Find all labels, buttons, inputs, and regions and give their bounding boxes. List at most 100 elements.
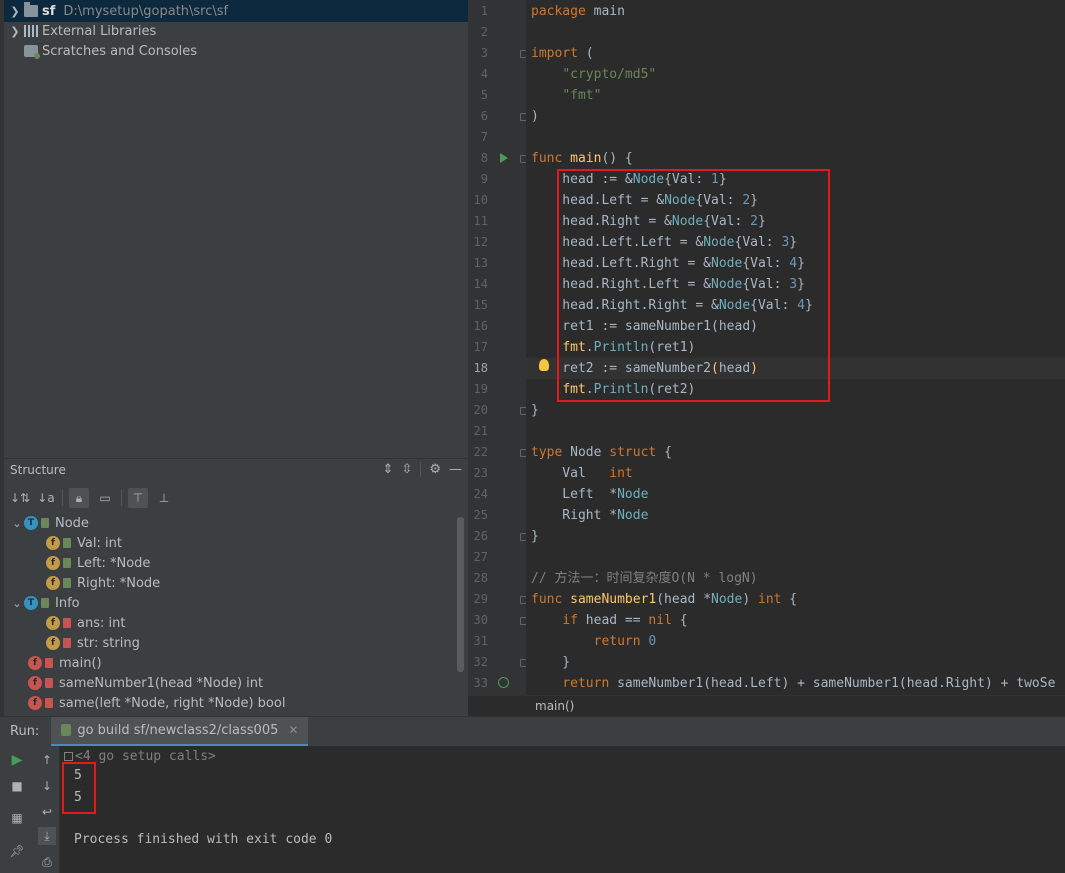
sort-alpha-icon[interactable]: ↓a — [36, 488, 56, 508]
field-icon: f — [46, 576, 60, 590]
line-number: 15 — [473, 298, 488, 312]
scroll-from-source-icon[interactable]: ⊤ — [128, 488, 148, 508]
public-icon — [63, 578, 71, 588]
expand-icon[interactable] — [64, 752, 73, 761]
run-tab[interactable]: go build sf/newclass2/class005 ✕ — [51, 716, 309, 747]
stop-icon[interactable]: ■ — [8, 777, 26, 795]
field-icon: f — [46, 636, 60, 650]
close-icon[interactable]: ✕ — [288, 723, 298, 737]
public-icon — [63, 538, 71, 548]
folder-icon[interactable]: ▭ — [95, 488, 115, 508]
down-arrow-icon[interactable]: ↓ — [38, 777, 56, 795]
line-number-current: 18 — [473, 361, 488, 375]
chevron-right-icon[interactable]: ❯ — [8, 5, 22, 18]
structure-item[interactable]: f sameNumber1(head *Node) int — [28, 673, 263, 693]
line-number: 27 — [473, 550, 488, 564]
structure-item-label: sameNumber1(head *Node) int — [59, 675, 264, 691]
minimize-icon[interactable]: — — [449, 462, 462, 477]
line-number: 31 — [473, 634, 488, 648]
line-number: 6 — [480, 109, 488, 123]
structure-item[interactable]: f ans: int — [46, 613, 125, 633]
line-number: 26 — [473, 529, 488, 543]
lock-icon — [45, 678, 53, 688]
project-root[interactable]: ❯ sf D:\mysetup\gopath\src\sf — [8, 1, 228, 21]
code-line: "crypto/md5" — [562, 67, 657, 82]
field-icon: f — [46, 536, 60, 550]
structure-item-label: same(left *Node, right *Node) bool — [59, 695, 286, 711]
code-line: if head == nil { — [562, 613, 688, 628]
line-number: 22 — [473, 445, 488, 459]
lock-icon — [45, 698, 53, 708]
public-icon — [41, 518, 49, 528]
function-icon: f — [28, 656, 42, 670]
line-number: 12 — [473, 235, 488, 249]
folder-icon — [24, 2, 38, 17]
code-line: Left *Node — [531, 487, 649, 502]
line-number: 28 — [473, 571, 488, 585]
print-icon[interactable]: ⎙ — [38, 853, 56, 871]
structure-title: Structure — [10, 463, 66, 477]
code-line: func sameNumber1(head *Node) int { — [531, 592, 798, 607]
go-file-icon — [61, 724, 72, 736]
code-line: package main — [531, 4, 625, 19]
line-number: 5 — [480, 88, 488, 102]
structure-item[interactable]: f main() — [28, 653, 102, 673]
chevron-right-icon[interactable]: ❯ — [8, 25, 22, 38]
structure-item[interactable]: f Val: int — [46, 533, 122, 553]
expand-all-icon[interactable]: ⇕ — [383, 462, 394, 477]
gear-icon[interactable]: ⚙ — [429, 462, 441, 477]
code-line: return sameNumber1(head.Left) + sameNumb… — [562, 676, 1056, 691]
structure-item[interactable]: f str: string — [46, 633, 140, 653]
console-output[interactable]: <4 go setup calls> 5 5 Process finished … — [60, 746, 1065, 873]
code-line: } — [531, 403, 539, 418]
line-number: 24 — [473, 487, 488, 501]
structure-item[interactable]: f Left: *Node — [46, 553, 150, 573]
chevron-down-icon[interactable]: ⌄ — [10, 597, 24, 610]
lock-icon — [63, 618, 71, 628]
line-number: 9 — [480, 172, 488, 186]
structure-item[interactable]: ⌄ T Info — [10, 593, 80, 613]
line-number: 17 — [473, 340, 488, 354]
collapse-all-icon[interactable]: ⇳ — [401, 462, 412, 477]
line-number: 21 — [473, 424, 488, 438]
line-number: 30 — [473, 613, 488, 627]
structure-item-label: ans: int — [77, 615, 126, 631]
code-line: ) — [531, 109, 539, 124]
wrap-icon[interactable]: ↩ — [38, 803, 56, 821]
line-number: 29 — [473, 592, 488, 606]
scroll-end-icon[interactable]: ⤓ — [38, 827, 56, 845]
run-icon[interactable] — [500, 153, 508, 163]
structure-item[interactable]: f same(left *Node, right *Node) bool — [28, 693, 285, 713]
scratches-item[interactable]: Scratches and Consoles — [8, 41, 197, 61]
chevron-down-icon[interactable]: ⌄ — [10, 517, 24, 530]
line-number: 11 — [473, 214, 488, 228]
lock-icon[interactable]: 🔒︎ — [69, 488, 89, 508]
structure-item[interactable]: ⌄ T Node — [10, 513, 89, 533]
code-editor[interactable]: package main import ( "crypto/md5" "fmt"… — [526, 0, 1065, 695]
run-label: Run: — [10, 724, 40, 739]
structure-item[interactable]: f Right: *Node — [46, 573, 160, 593]
line-number: 33 — [473, 676, 488, 690]
up-arrow-icon[interactable]: ↑ — [38, 751, 56, 769]
structure-item-label: Info — [55, 595, 80, 611]
bulb-icon[interactable] — [539, 359, 549, 371]
pin-icon[interactable]: 📌︎ — [8, 842, 26, 860]
code-line: "fmt" — [562, 88, 602, 103]
lock-icon — [45, 658, 53, 668]
structure-scrollbar[interactable] — [457, 517, 464, 672]
code-line: func main() { — [531, 151, 633, 166]
code-line: type Node struct { — [531, 445, 672, 460]
line-number: 16 — [473, 319, 488, 333]
run-icon[interactable]: ▶ — [8, 751, 26, 769]
type-icon: T — [24, 516, 38, 530]
line-number: 2 — [480, 25, 488, 39]
external-libraries-item[interactable]: ❯ External Libraries — [8, 21, 156, 41]
sort-by-type-icon[interactable]: ↓⇅ — [10, 488, 30, 508]
line-number: 1 — [480, 4, 488, 18]
breadcrumb[interactable]: main() — [468, 695, 1065, 716]
autoscroll-to-source-icon[interactable]: ⊥ — [154, 488, 174, 508]
scratches-label: Scratches and Consoles — [42, 43, 198, 59]
annotation-box — [62, 762, 96, 814]
layout-icon[interactable]: ▦ — [8, 809, 26, 827]
project-root-name: sf — [42, 3, 56, 19]
